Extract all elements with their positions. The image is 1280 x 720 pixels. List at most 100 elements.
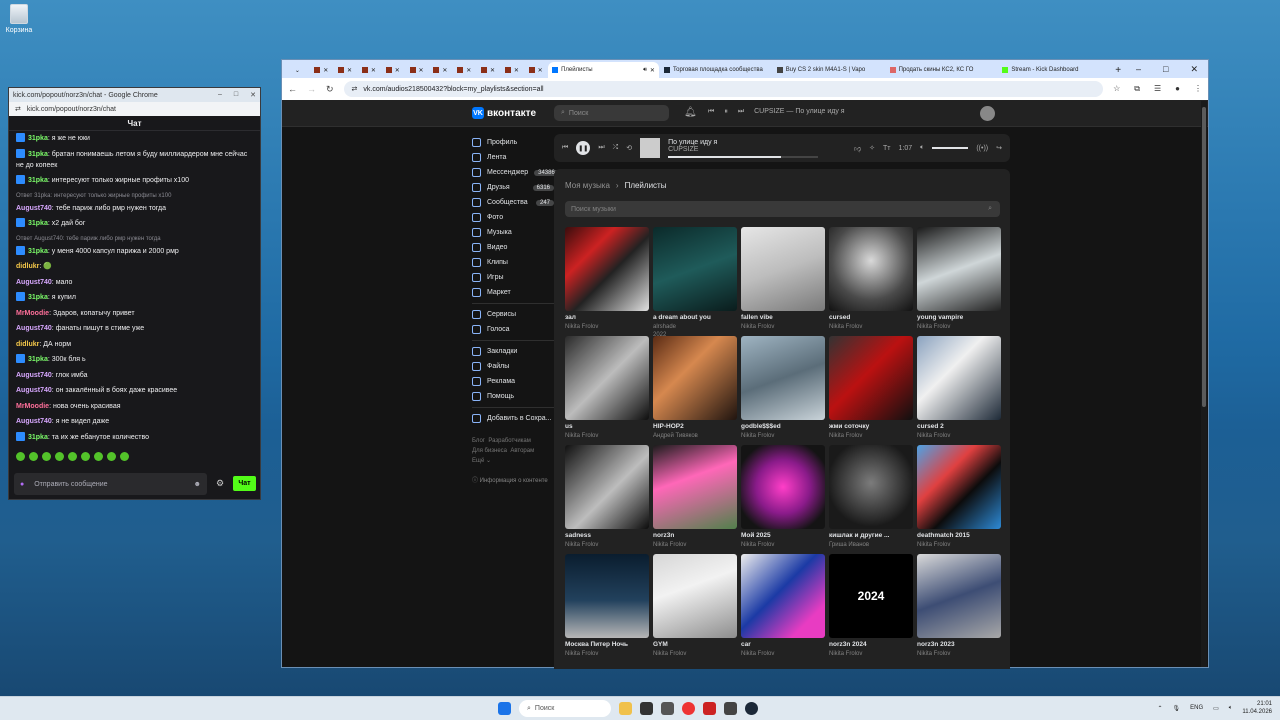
tab-steam-1[interactable]: ✕ — [310, 62, 333, 78]
chat-username[interactable]: 31pka — [28, 434, 48, 441]
playlist-title[interactable]: cursed — [829, 314, 913, 321]
playlist-card[interactable]: norz3n 2023 Nikita Frolov — [917, 554, 1001, 663]
tab-steam-9[interactable]: ✕ — [500, 62, 523, 78]
playlist-author[interactable]: Гриша Иванов — [829, 541, 913, 549]
playlist-title[interactable]: young vampire — [917, 314, 1001, 321]
playlist-card[interactable]: a dream about you alrshade 2022 — [653, 227, 737, 338]
bell-icon[interactable]: 🔔︎ — [684, 107, 697, 118]
playlist-card[interactable]: deathmatch 2015 Nikita Frolov — [917, 445, 1001, 554]
playlist-cover[interactable] — [653, 445, 737, 529]
playlist-author[interactable]: Nikita Frolov — [565, 323, 649, 331]
playlist-cover[interactable] — [829, 336, 913, 420]
content-info-link[interactable]: ⓘ Информация о контенте — [472, 475, 554, 484]
lyrics-icon[interactable]: Tт — [883, 145, 890, 152]
playlist-title[interactable]: godble$$$ed — [741, 423, 825, 430]
chat-username[interactable]: 31pka — [28, 151, 48, 158]
repeat-icon[interactable]: ⟲ — [626, 144, 632, 152]
address-bar[interactable]: ⇄ vk.com/audios218500432?block=my_playlis… — [343, 81, 1104, 97]
playlist-author[interactable]: alrshade — [653, 323, 737, 331]
chat-message-input[interactable]: ● Отправить сообщение ☻ — [14, 473, 207, 495]
chat-username[interactable]: 31pka — [28, 135, 48, 142]
emote-icon[interactable] — [68, 452, 77, 461]
tab-steam-10[interactable]: ✕ — [524, 62, 547, 78]
page-scrollbar[interactable] — [1201, 101, 1207, 667]
playlist-cover[interactable] — [565, 554, 649, 638]
emote-icon[interactable] — [42, 452, 51, 461]
previous-icon[interactable]: ⏮ — [708, 108, 714, 116]
playlist-cover[interactable] — [917, 227, 1001, 311]
taskbar-search[interactable]: ⌕ Поиск — [519, 700, 611, 717]
playlist-cover[interactable] — [565, 227, 649, 311]
pause-icon[interactable]: ⏸ — [724, 108, 728, 116]
playlist-author[interactable]: Nikita Frolov — [653, 541, 737, 549]
playlist-cover[interactable]: 2024 — [829, 554, 913, 638]
vk-search-input[interactable]: ⌕ Поиск — [554, 105, 669, 121]
broadcast-icon[interactable]: ((•)) — [976, 145, 988, 152]
playlist-title[interactable]: кишлак и другие ... — [829, 532, 913, 539]
playlist-card[interactable]: norz3n Nikita Frolov — [653, 445, 737, 554]
playlist-card[interactable]: cursed 2 Nikita Frolov — [917, 336, 1001, 445]
tab-list-button[interactable]: ⌄ — [286, 62, 309, 78]
track-artist[interactable]: CUPSIZE — [668, 146, 818, 153]
emote-icon[interactable] — [55, 452, 64, 461]
microphone-icon[interactable]: ● — [20, 481, 24, 488]
playlist-author[interactable]: Nikita Frolov — [829, 432, 913, 440]
playlist-title[interactable]: car — [741, 641, 825, 648]
playlist-cover[interactable] — [653, 554, 737, 638]
next-icon[interactable]: ⏭ — [598, 144, 604, 152]
playlist-author[interactable]: Nikita Frolov — [829, 650, 913, 658]
playlist-cover[interactable] — [565, 336, 649, 420]
scrollbar-thumb[interactable] — [1202, 107, 1206, 407]
playlist-cover[interactable] — [917, 336, 1001, 420]
footer-link[interactable]: Разработчикам — [488, 438, 531, 444]
reply-context[interactable]: Ответ 31pka: интересуют только жирные пр… — [16, 191, 253, 202]
track-progress-bar[interactable] — [668, 155, 819, 158]
emote-icon[interactable] — [81, 452, 90, 461]
nav-item[interactable]: Музыка — [472, 225, 554, 240]
playlist-cover[interactable] — [741, 336, 825, 420]
playlist-cover[interactable] — [917, 445, 1001, 529]
chat-username[interactable]: August740 — [16, 325, 52, 332]
playlist-card[interactable]: car Nikita Frolov — [741, 554, 825, 663]
close-tab-icon[interactable]: ✕ — [650, 67, 655, 74]
next-icon[interactable]: ⏭ — [738, 108, 744, 116]
chat-username[interactable]: August740 — [16, 205, 52, 212]
playlist-author[interactable]: Андрей Тивяков — [653, 432, 737, 440]
chat-username[interactable]: 31pka — [28, 220, 48, 227]
volume-icon[interactable]: 🔈︎ — [920, 144, 924, 152]
chat-username[interactable]: 31pka — [28, 177, 48, 184]
app-icon[interactable] — [661, 702, 674, 715]
reading-list-icon[interactable]: ☰ — [1154, 84, 1161, 94]
pause-button[interactable]: ❚❚ — [576, 141, 591, 155]
app-icon[interactable] — [703, 702, 716, 715]
playlist-cover[interactable] — [917, 554, 1001, 638]
nav-item[interactable]: Реклама — [472, 374, 554, 389]
chat-address-bar[interactable]: ⇄ kick.com/popout/norz3n/chat — [9, 102, 260, 116]
playlist-title[interactable]: norz3n 2024 — [829, 641, 913, 648]
tab-vk-playlists[interactable]: Плейлисты 🔊︎ ✕ — [548, 62, 659, 78]
network-icon[interactable]: ▭ — [1213, 705, 1219, 712]
playlist-card[interactable]: sadness Nikita Frolov — [565, 445, 649, 554]
nav-item[interactable]: Закладки — [472, 344, 554, 359]
site-info-icon[interactable]: ⇄ — [352, 85, 358, 93]
playlist-title[interactable]: norz3n 2023 — [917, 641, 1001, 648]
playlist-card[interactable]: cursed Nikita Frolov — [829, 227, 913, 336]
nav-item[interactable]: Видео — [472, 240, 554, 255]
playlist-author[interactable]: Nikita Frolov — [917, 323, 1001, 331]
nav-item[interactable]: Помощь — [472, 389, 554, 404]
chat-username[interactable]: August740 — [16, 418, 52, 425]
nav-item[interactable]: Сервисы — [472, 307, 554, 322]
playlist-author[interactable]: Nikita Frolov — [917, 432, 1001, 440]
playlist-author[interactable]: Nikita Frolov — [565, 541, 649, 549]
playlist-cover[interactable] — [653, 336, 737, 420]
playlist-cover[interactable] — [829, 227, 913, 311]
nav-item[interactable]: Голоса — [472, 322, 554, 337]
playlist-author[interactable]: Nikita Frolov — [917, 650, 1001, 658]
tab-steam-6[interactable]: ✕ — [429, 62, 452, 78]
playlist-cover[interactable] — [565, 445, 649, 529]
playlist-card[interactable]: fallen vibe Nikita Frolov — [741, 227, 825, 336]
emote-icon[interactable] — [107, 452, 116, 461]
playlist-card[interactable]: жми соточку Nikita Frolov — [829, 336, 913, 445]
steam-icon[interactable] — [745, 702, 758, 715]
playlist-cover[interactable] — [741, 554, 825, 638]
